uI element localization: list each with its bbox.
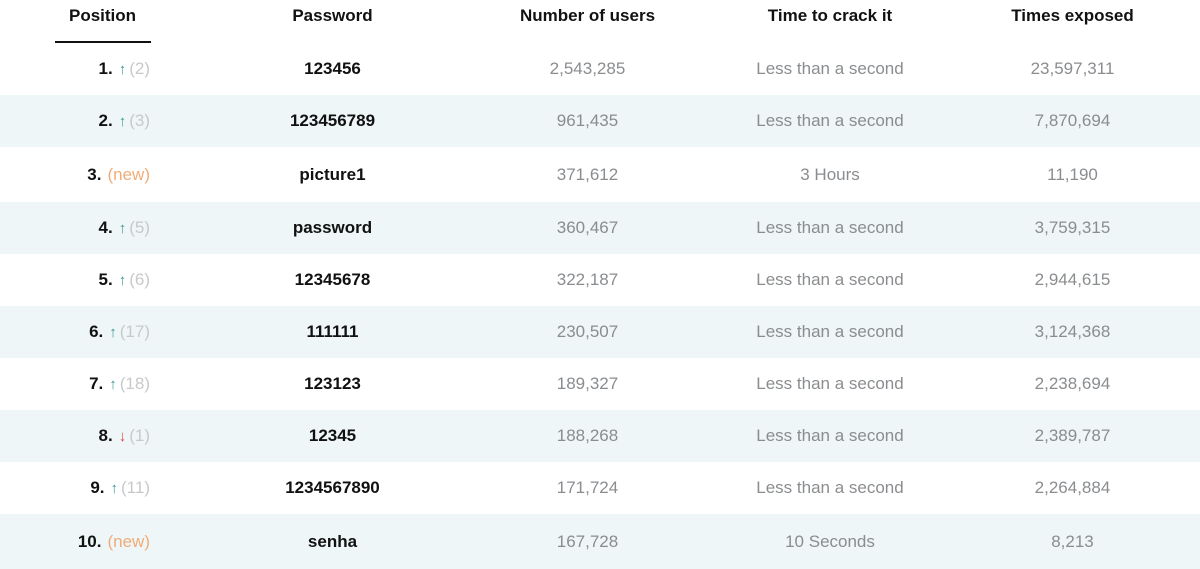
- time-to-crack-cell: Less than a second: [756, 426, 904, 445]
- previous-rank: (3): [129, 111, 150, 130]
- previous-rank: (17): [119, 322, 150, 341]
- password-cell: 123123: [304, 374, 361, 393]
- times-exposed-cell: 2,238,694: [1034, 374, 1111, 393]
- position-cell: 8. ↓ (1): [0, 426, 205, 446]
- position-cell: 5. ↑ (6): [0, 270, 205, 290]
- rank-number: 7.: [89, 374, 104, 393]
- table-row: 5. ↑ (6) 12345678 322,187 Less than a se…: [0, 254, 1200, 306]
- times-exposed-cell: 2,944,615: [1034, 270, 1111, 289]
- arrow-down-icon: ↓: [118, 427, 127, 445]
- position-cell: 2. ↑ (3): [0, 111, 205, 131]
- password-cell: 12345: [308, 426, 357, 445]
- arrow-up-icon: ↑: [109, 323, 117, 341]
- position-cell: 1. ↑ (2): [0, 59, 205, 79]
- table-row: 1. ↑ (2) 123456 2,543,285 Less than a se…: [0, 43, 1200, 95]
- table-row: 10. (new) senha 167,728 10 Seconds 8,213: [0, 514, 1200, 569]
- times-exposed-cell: 3,759,315: [1034, 218, 1111, 237]
- users-cell: 322,187: [556, 270, 619, 289]
- time-to-crack-cell: Less than a second: [756, 478, 904, 497]
- previous-rank: (1): [129, 426, 150, 445]
- arrow-up-icon: ↑: [118, 60, 127, 78]
- header-position[interactable]: Position: [0, 0, 205, 32]
- users-cell: 230,507: [556, 322, 619, 341]
- times-exposed-cell: 7,870,694: [1034, 111, 1111, 130]
- previous-rank: (6): [129, 270, 150, 289]
- rank-number: 9.: [90, 478, 105, 497]
- rank-number: 3.: [87, 164, 102, 184]
- table-row: 2. ↑ (3) 123456789 961,435 Less than a s…: [0, 95, 1200, 147]
- header-number-of-users[interactable]: Number of users: [460, 0, 715, 32]
- arrow-up-icon: ↑: [118, 271, 127, 289]
- table-row: 6. ↑ (17) 111111 230,507 Less than a sec…: [0, 306, 1200, 358]
- time-to-crack-cell: Less than a second: [756, 374, 904, 393]
- active-sort-underline: [55, 41, 151, 43]
- arrow-up-icon: ↑: [109, 375, 117, 393]
- time-to-crack-cell: Less than a second: [756, 59, 904, 78]
- users-cell: 360,467: [556, 218, 619, 237]
- header-times-exposed[interactable]: Times exposed: [945, 0, 1200, 32]
- times-exposed-cell: 11,190: [1047, 164, 1098, 184]
- password-cell: picture1: [299, 164, 366, 184]
- password-ranking-table: Position Password Number of users Time t…: [0, 0, 1200, 569]
- rank-number: 6.: [89, 322, 104, 341]
- previous-rank: (18): [119, 374, 150, 393]
- rank-number: 2.: [98, 111, 113, 130]
- table-row: 7. ↑ (18) 123123 189,327 Less than a sec…: [0, 358, 1200, 410]
- position-cell: 10. (new): [0, 532, 205, 552]
- previous-rank: (11): [121, 478, 150, 497]
- rank-number: 1.: [98, 59, 113, 78]
- users-cell: 2,543,285: [549, 59, 626, 78]
- position-cell: 3. (new): [0, 165, 205, 185]
- password-cell: senha: [307, 531, 358, 551]
- table-row: 8. ↓ (1) 12345 188,268 Less than a secon…: [0, 410, 1200, 462]
- rank-number: 10.: [77, 531, 102, 551]
- users-cell: 961,435: [556, 111, 619, 130]
- times-exposed-cell: 23,597,311: [1030, 59, 1115, 78]
- arrow-up-icon: ↑: [118, 219, 127, 237]
- header-time-to-crack[interactable]: Time to crack it: [715, 0, 945, 32]
- position-cell: 7. ↑ (18): [0, 374, 205, 394]
- previous-rank: (5): [129, 218, 150, 237]
- time-to-crack-cell: Less than a second: [756, 322, 904, 341]
- table-row: 3. (new) picture1 371,612 3 Hours 11,190: [0, 147, 1200, 202]
- arrow-up-icon: ↑: [110, 479, 119, 497]
- times-exposed-cell: 8,213: [1051, 531, 1094, 551]
- table-body: 1. ↑ (2) 123456 2,543,285 Less than a se…: [0, 43, 1200, 569]
- new-entry-badge: (new): [107, 164, 150, 184]
- header-password[interactable]: Password: [205, 0, 460, 32]
- rank-number: 5.: [98, 270, 113, 289]
- previous-rank: (2): [129, 59, 150, 78]
- position-cell: 6. ↑ (17): [0, 322, 205, 342]
- times-exposed-cell: 2,389,787: [1034, 426, 1111, 445]
- time-to-crack-cell: Less than a second: [756, 218, 904, 237]
- password-cell: 1234567890: [285, 478, 380, 497]
- password-cell: password: [292, 218, 373, 237]
- rank-number: 4.: [98, 218, 113, 237]
- password-cell: 123456: [304, 59, 361, 78]
- time-to-crack-cell: Less than a second: [756, 270, 904, 289]
- users-cell: 189,327: [556, 374, 619, 393]
- time-to-crack-cell: 3 Hours: [800, 164, 860, 184]
- users-cell: 167,728: [556, 531, 619, 551]
- password-cell: 12345678: [294, 270, 371, 289]
- time-to-crack-cell: 10 Seconds: [785, 531, 875, 551]
- password-cell: 123456789: [289, 111, 376, 130]
- position-cell: 9. ↑ (11): [0, 478, 205, 498]
- users-cell: 188,268: [556, 426, 619, 445]
- users-cell: 371,612: [556, 164, 619, 184]
- rank-number: 8.: [98, 426, 113, 445]
- times-exposed-cell: 2,264,884: [1034, 478, 1111, 497]
- new-entry-badge: (new): [107, 531, 150, 551]
- position-cell: 4. ↑ (5): [0, 218, 205, 238]
- users-cell: 171,724: [556, 478, 619, 497]
- times-exposed-cell: 3,124,368: [1034, 322, 1111, 341]
- arrow-up-icon: ↑: [118, 112, 127, 130]
- time-to-crack-cell: Less than a second: [756, 111, 904, 130]
- table-header: Position Password Number of users Time t…: [0, 0, 1200, 43]
- password-cell: 111111: [306, 322, 359, 341]
- table-row: 9. ↑ (11) 1234567890 171,724 Less than a…: [0, 462, 1200, 514]
- table-row: 4. ↑ (5) password 360,467 Less than a se…: [0, 202, 1200, 254]
